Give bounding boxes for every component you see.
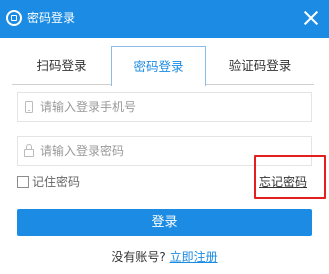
tab-sms-login[interactable]: 验证码登录 <box>206 46 314 85</box>
tab-password-login[interactable]: 密码登录 <box>111 46 206 86</box>
register-row: 没有账号? 立即注册 <box>0 250 329 264</box>
password-field <box>17 136 312 166</box>
remember-checkbox[interactable] <box>17 176 29 188</box>
window-title: 密码登录 <box>27 11 76 25</box>
login-tabs: 扫码登录 密码登录 验证码登录 <box>0 46 329 86</box>
remember-label: 记住密码 <box>32 175 81 189</box>
app-logo-icon <box>6 10 22 26</box>
title-bar: 密码登录 <box>0 0 329 38</box>
phone-field <box>17 92 312 122</box>
phone-icon <box>25 101 33 113</box>
tab-qr-login[interactable]: 扫码登录 <box>12 46 111 85</box>
password-input[interactable] <box>40 137 305 165</box>
lock-icon <box>24 144 34 158</box>
register-prompt: 没有账号? <box>111 250 166 264</box>
login-button[interactable]: 登录 <box>17 209 312 236</box>
phone-input[interactable] <box>40 93 305 121</box>
forgot-password-link[interactable]: 忘记密码 <box>259 175 307 189</box>
register-link[interactable]: 立即注册 <box>170 250 218 264</box>
close-icon[interactable] <box>300 7 322 29</box>
